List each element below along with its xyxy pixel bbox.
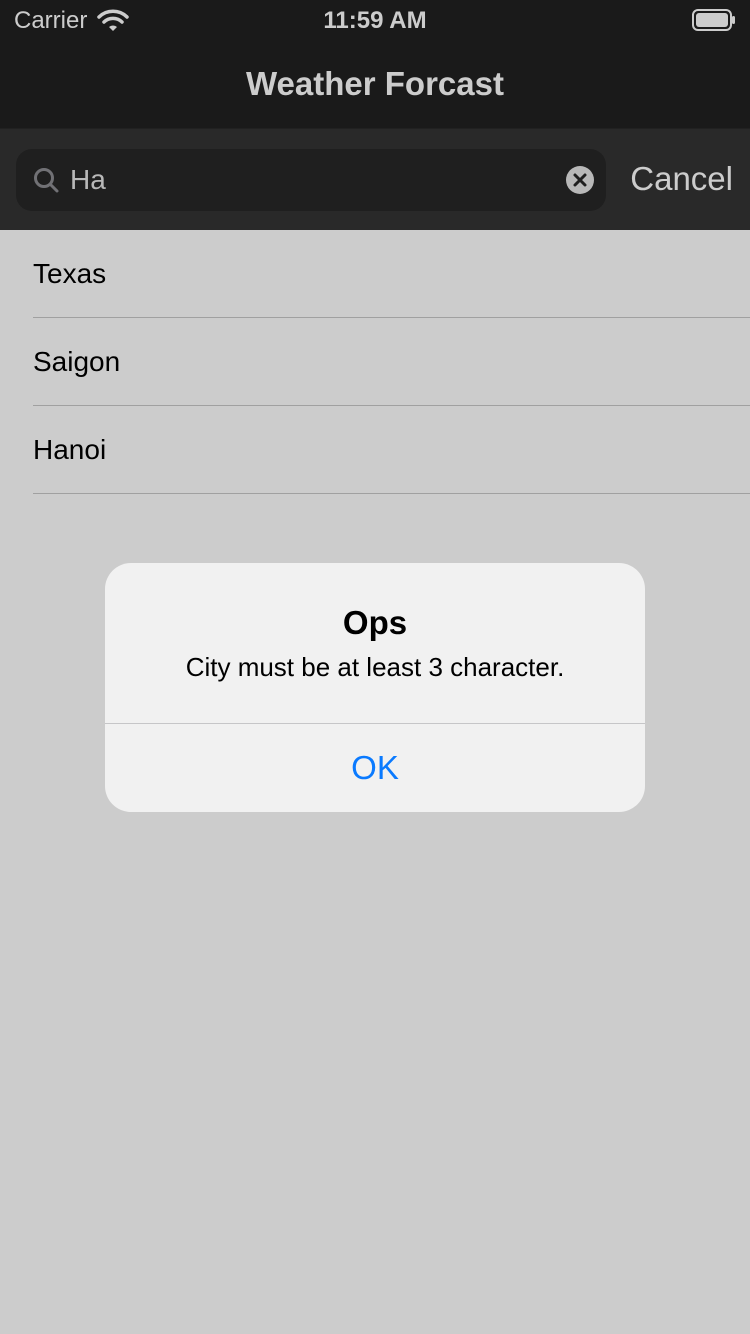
alert-message: City must be at least 3 character.: [185, 652, 565, 682]
alert-dialog: Ops City must be at least 3 character. O…: [105, 563, 645, 812]
alert-title: Ops: [342, 604, 408, 641]
ok-button[interactable]: OK: [105, 724, 645, 812]
